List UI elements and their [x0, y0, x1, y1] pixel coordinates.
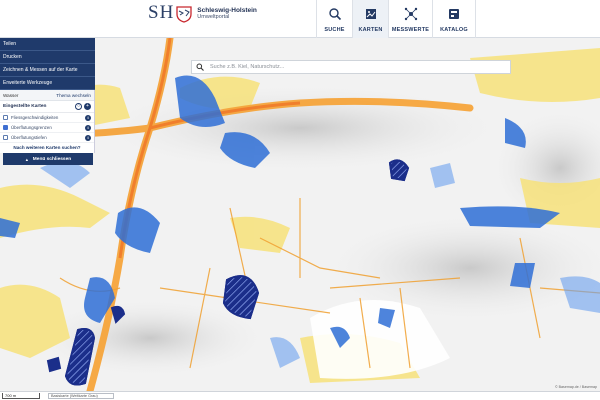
nav-search[interactable]: SUCHE: [316, 0, 352, 38]
configured-maps-header: Eingestellte Karten ○ +: [0, 101, 94, 113]
main-nav: SUCHE KARTEN MESSWERTE KATALOG: [316, 0, 476, 38]
logo-subtitle: Umweltportal: [197, 14, 230, 20]
layers-panel: Wasser Thema wechseln Eingestellte Karte…: [0, 90, 95, 153]
nav-catalog[interactable]: KATALOG: [432, 0, 476, 38]
sidebar: Teilen Drucken Zeichnen & Messen auf der…: [0, 38, 95, 165]
search-more-maps-link[interactable]: Nach weiteren Karten suchen?: [0, 143, 94, 153]
close-menu-button[interactable]: ▲ Menü schliessen: [3, 153, 93, 165]
nav-measurements[interactable]: MESSWERTE: [388, 0, 432, 38]
scale-bar: 700 m: [2, 393, 40, 399]
layer-checkbox[interactable]: [3, 135, 8, 140]
info-icon[interactable]: i: [85, 124, 91, 131]
basemap-select[interactable]: Basiskarte (Weltkarte Grau): [48, 393, 114, 399]
nav-maps-label: KARTEN: [358, 27, 383, 33]
search-input[interactable]: [210, 64, 500, 70]
menu-item-advanced-tools[interactable]: Erweiterte Werkzeuge: [0, 77, 95, 90]
layer-row[interactable]: Fliessgeschwindigkeiten i: [0, 113, 94, 123]
layer-checkbox[interactable]: [3, 125, 8, 130]
nav-catalog-label: KATALOG: [440, 27, 468, 33]
menu-item-draw-measure[interactable]: Zeichnen & Messen auf der Karte: [0, 64, 95, 77]
catalog-icon: [449, 9, 459, 19]
map-layers-icon: [365, 9, 376, 19]
info-icon[interactable]: i: [85, 134, 91, 141]
app-header: SH Schleswig-Holstein Umweltportal SUCHE…: [0, 0, 600, 38]
sensor-network-icon: [404, 7, 417, 21]
theme-row: Wasser Thema wechseln: [0, 90, 94, 101]
logo-title: Schleswig-Holstein: [197, 7, 257, 14]
menu-item-share[interactable]: Teilen: [0, 38, 95, 51]
search-icon: [196, 63, 204, 71]
layer-label: Überflutungsgrenzen: [11, 125, 52, 130]
close-menu-label: Menü schliessen: [32, 156, 72, 162]
crest-icon: [176, 6, 192, 23]
nav-maps[interactable]: KARTEN: [352, 0, 388, 38]
nav-measurements-label: MESSWERTE: [391, 27, 430, 33]
toggle-all-icon[interactable]: ○: [75, 103, 82, 110]
section-title: Eingestellte Karten: [3, 104, 47, 109]
chevron-up-icon: ▲: [24, 156, 29, 162]
nav-search-label: SUCHE: [324, 27, 345, 33]
layer-label: Überflutungstiefen: [11, 135, 47, 140]
map-attribution[interactable]: © Basemap.de / Basemap: [555, 385, 597, 389]
status-bar: 700 m Basiskarte (Weltkarte Grau): [0, 391, 600, 400]
layer-row[interactable]: Überflutungsgrenzen i: [0, 123, 94, 133]
search-bar: [191, 60, 511, 74]
menu-item-print[interactable]: Drucken: [0, 51, 95, 64]
info-icon[interactable]: i: [85, 114, 91, 121]
theme-label: Wasser: [3, 92, 19, 98]
logo-abbrev: SH: [148, 2, 175, 23]
layer-label: Fliessgeschwindigkeiten: [11, 115, 59, 120]
search-icon: [328, 8, 341, 21]
logo[interactable]: SH Schleswig-Holstein Umweltportal: [148, 2, 257, 23]
layer-row[interactable]: Überflutungstiefen i: [0, 133, 94, 143]
theme-switch-link[interactable]: Thema wechseln: [56, 93, 91, 98]
layer-checkbox[interactable]: [3, 115, 8, 120]
add-layer-icon[interactable]: +: [84, 103, 91, 110]
